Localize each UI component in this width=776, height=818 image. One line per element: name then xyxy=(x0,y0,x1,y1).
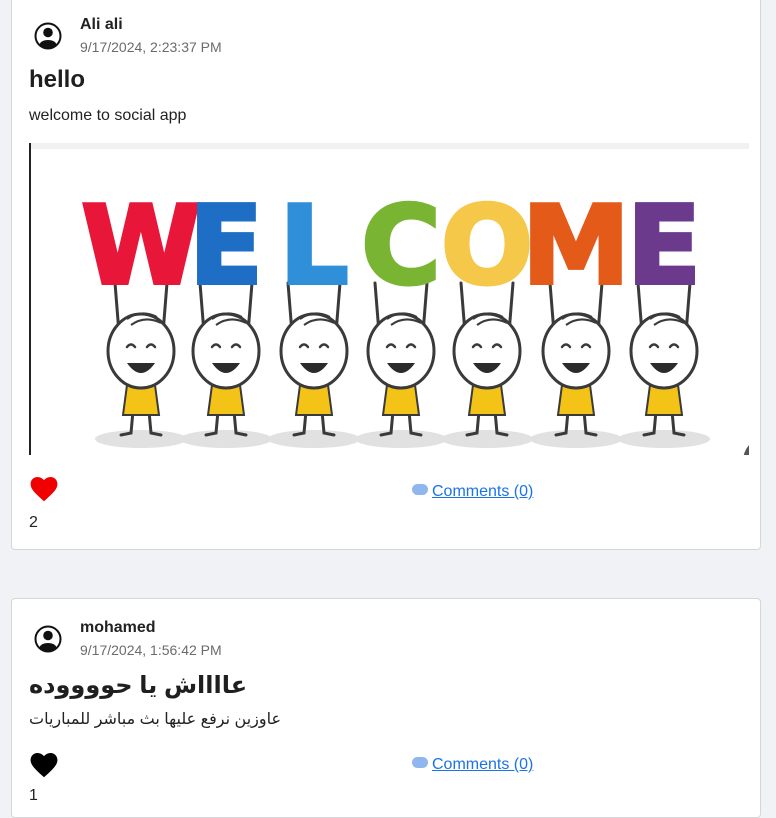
post-author: mohamed xyxy=(80,619,156,636)
like-count: 1 xyxy=(29,787,38,804)
comments-label: Comments (0) xyxy=(432,483,534,500)
welcome-figure: M xyxy=(520,182,632,448)
like-count: 2 xyxy=(29,514,38,531)
post-author: Ali ali xyxy=(80,16,123,33)
welcome-figure: L xyxy=(268,182,360,448)
welcome-figure: O xyxy=(439,182,535,448)
welcome-letter: E xyxy=(189,184,263,309)
comment-bubble-icon xyxy=(412,478,428,495)
post-title: hello xyxy=(29,66,86,93)
post-date: 9/17/2024, 2:23:37 PM xyxy=(80,39,222,55)
post-date: 9/17/2024, 1:56:42 PM xyxy=(80,642,222,658)
like-heart-icon[interactable] xyxy=(30,752,58,778)
comments-link[interactable]: Comments (0) xyxy=(412,751,534,774)
comment-bubble-icon xyxy=(412,751,428,768)
post-card: mohamed 9/17/2024, 1:56:42 PM عااااش يا … xyxy=(11,598,761,818)
welcome-figure: W xyxy=(79,182,203,448)
post-title: عااااش يا حووووده xyxy=(29,672,248,699)
welcome-figure: C xyxy=(355,182,447,448)
post-image: WELCOME xyxy=(29,143,749,455)
welcome-letter: M xyxy=(522,184,629,309)
welcome-figure: E xyxy=(618,182,710,448)
post-body: welcome to social app xyxy=(29,107,187,124)
welcome-letter: E xyxy=(627,184,701,309)
welcome-letter: O xyxy=(441,184,533,309)
user-avatar-icon xyxy=(34,22,62,50)
post-card: Ali ali 9/17/2024, 2:23:37 PM hello welc… xyxy=(11,0,761,550)
comments-link[interactable]: Comments (0) xyxy=(412,478,534,501)
user-avatar-icon xyxy=(34,625,62,653)
post-header: Ali ali 9/17/2024, 2:23:37 PM xyxy=(34,15,222,56)
welcome-illustration: WE L C OME xyxy=(31,143,749,455)
post-header: mohamed 9/17/2024, 1:56:42 PM xyxy=(34,618,222,659)
like-heart-icon[interactable] xyxy=(30,476,58,502)
comments-label: Comments (0) xyxy=(432,756,534,773)
welcome-letter: L xyxy=(280,184,349,309)
post-body: عاوزين نرفع عليها بث مباشر للمباريات xyxy=(29,711,282,728)
welcome-letter: C xyxy=(361,184,440,309)
welcome-figure: E xyxy=(180,182,272,448)
welcome-letter: W xyxy=(81,184,200,309)
